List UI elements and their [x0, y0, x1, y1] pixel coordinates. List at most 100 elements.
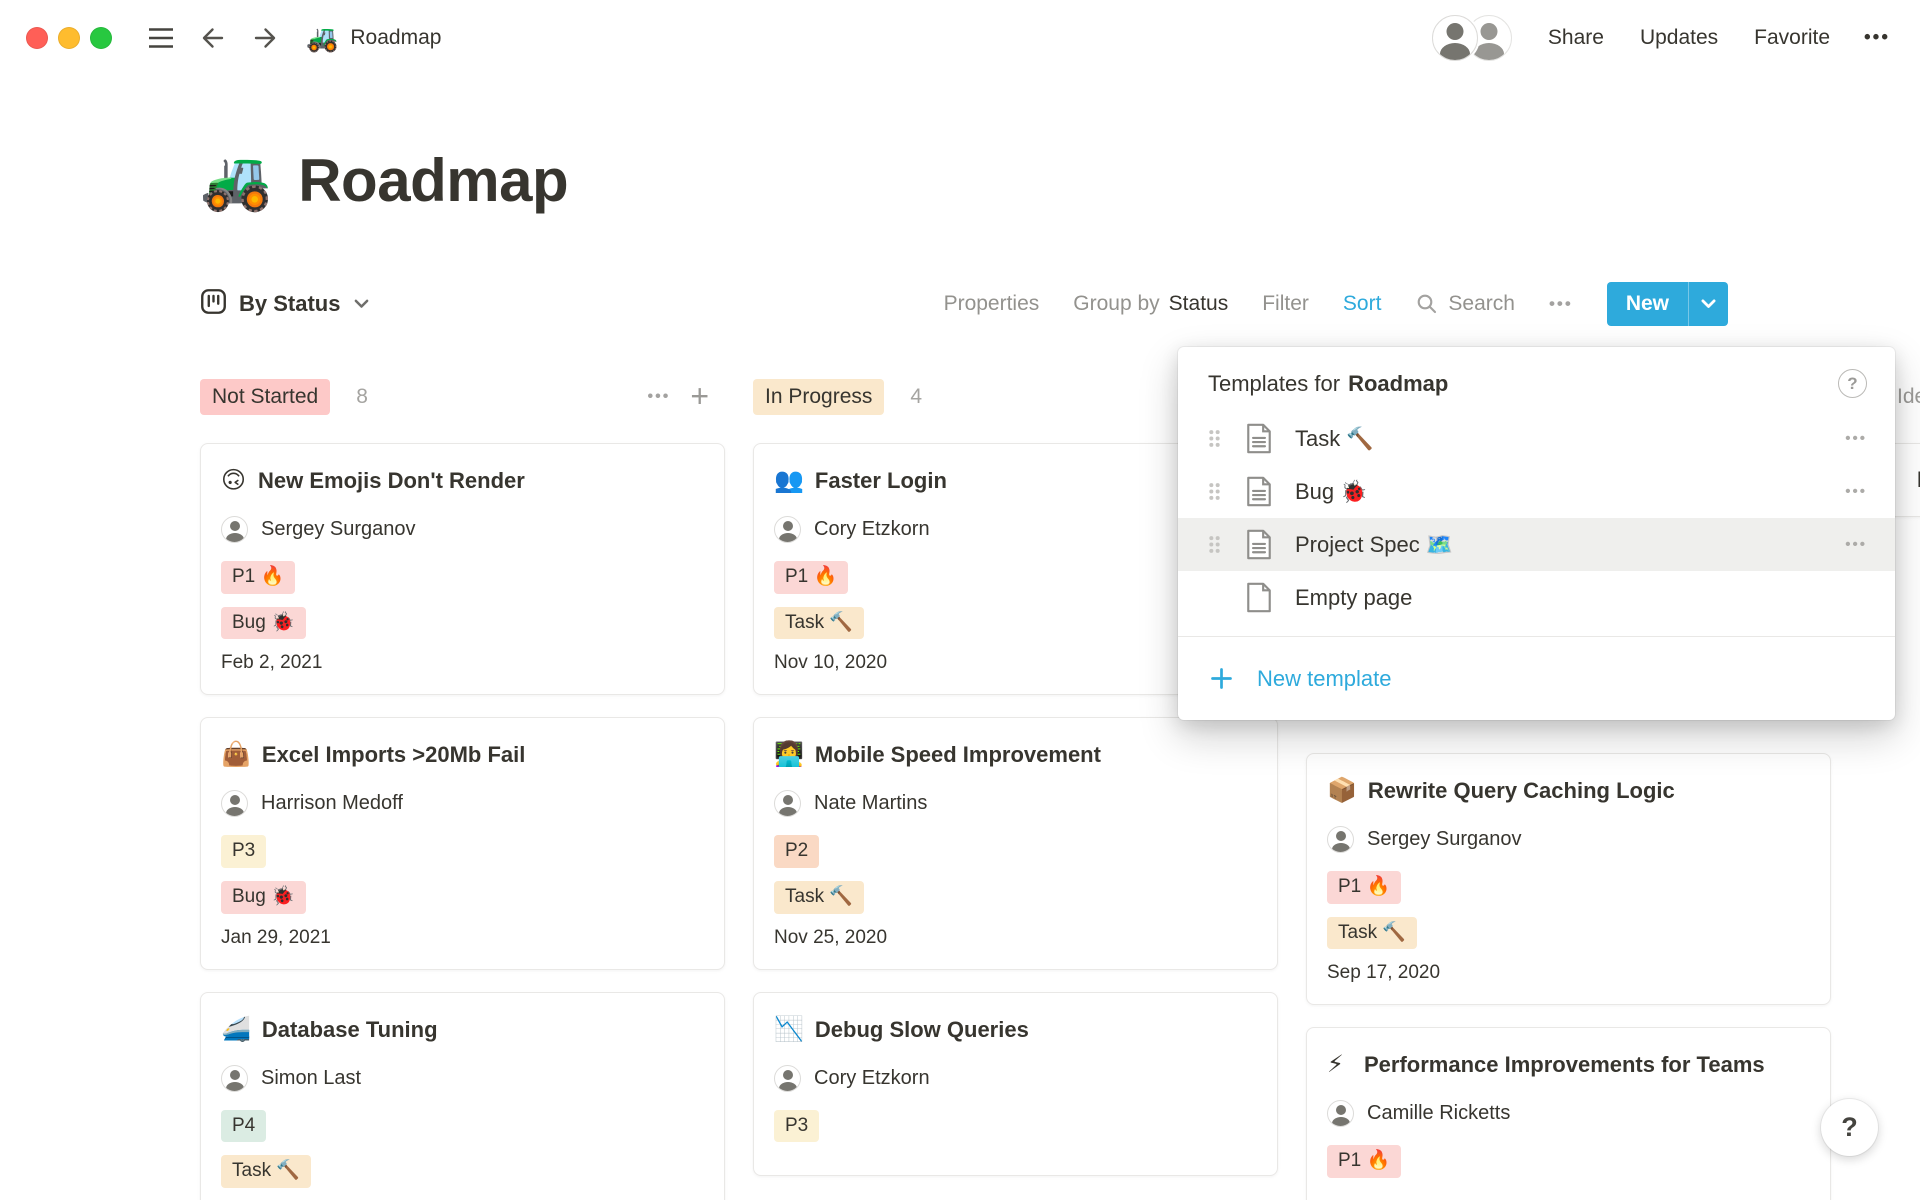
column-cards: 📦Rewrite Query Caching Logic Sergey Surga…	[1306, 753, 1831, 1200]
assignee-name: Cory Etzkorn	[814, 518, 930, 541]
assignee-avatar	[774, 516, 801, 543]
templates-dropdown: Templates for Roadmap ? Task 🔨 ••• Bug 🐞 ••…	[1178, 347, 1895, 720]
card-assignee: Cory Etzkorn	[774, 1065, 1257, 1092]
template-label: Bug 🐞	[1295, 479, 1368, 505]
templates-title-name: Roadmap	[1348, 371, 1448, 397]
template-row[interactable]: Empty page	[1178, 571, 1895, 624]
tag-badge: P2	[774, 835, 819, 868]
templates-help-icon[interactable]: ?	[1838, 369, 1867, 398]
card-title: ⚡Performance Improvements for Teams	[1327, 1047, 1810, 1083]
board-card[interactable]: 🙃New Emojis Don't RenderSergey SurganovP…	[200, 443, 725, 695]
document-icon	[1245, 423, 1273, 454]
column-add-card-icon[interactable]: +	[690, 384, 709, 410]
tag-badge: Task 🔨	[221, 1155, 311, 1188]
card-date: Nov 25, 2020	[774, 927, 1257, 949]
tag-badge: P4	[221, 1110, 266, 1143]
more-options-icon[interactable]: •••	[1864, 27, 1890, 49]
card-title: 📉Debug Slow Queries	[774, 1012, 1257, 1048]
topbar: 🚜 Roadmap Share Updates Favorite •••	[0, 0, 1920, 76]
column-title-badge[interactable]: Not Started	[200, 379, 330, 414]
plus-icon	[1208, 665, 1235, 692]
template-label: Project Spec 🗺️	[1295, 532, 1453, 558]
breadcrumb-doc-title[interactable]: Roadmap	[350, 26, 441, 50]
board-card[interactable]: 👜Excel Imports >20Mb FailHarrison Medoff…	[200, 717, 725, 969]
board-card[interactable]: 👩‍💻Mobile Speed Improvement Nate Martins P…	[753, 717, 1278, 969]
tag-row: Bug 🐞	[221, 607, 704, 640]
forward-arrow-icon[interactable]	[250, 23, 280, 53]
document-icon	[1245, 529, 1273, 560]
column-more-icon[interactable]: •••	[648, 388, 671, 406]
assignee-name: Sergey Surganov	[261, 518, 416, 541]
doc-emoji: 🚜	[306, 25, 338, 51]
new-template-button[interactable]: New template	[1178, 636, 1895, 720]
template-label: Empty page	[1295, 585, 1412, 611]
templates-list: Task 🔨 ••• Bug 🐞 ••• Project Spec 🗺️ ••• Empty…	[1178, 412, 1895, 624]
tag-badge: Bug 🐞	[221, 881, 306, 914]
new-template-label: New template	[1257, 666, 1392, 692]
drag-handle-icon[interactable]	[1208, 429, 1221, 448]
tag-badge: Bug 🐞	[221, 607, 306, 640]
card-assignee: Harrison Medoff	[221, 790, 704, 817]
template-more-icon[interactable]: •••	[1845, 430, 1867, 447]
assignee-avatar	[774, 1065, 801, 1092]
collaborator-avatar[interactable]	[1432, 15, 1478, 61]
help-button[interactable]: ?	[1821, 1099, 1878, 1156]
document-icon	[1245, 476, 1273, 507]
assignee-avatar	[221, 1065, 248, 1092]
window-minimize-button[interactable]	[58, 27, 80, 49]
tag-row: Task 🔨	[774, 881, 1257, 914]
card-title: 👩‍💻Mobile Speed Improvement	[774, 737, 1257, 773]
card-date: Jan 29, 2021	[221, 927, 704, 949]
drag-handle-icon[interactable]	[1208, 535, 1221, 554]
template-row[interactable]: Project Spec 🗺️ •••	[1178, 518, 1895, 571]
assignee-name: Harrison Medoff	[261, 792, 403, 815]
card-date: Feb 2, 2021	[221, 652, 704, 674]
tag-badge: P1 🔥	[774, 561, 848, 594]
window-close-button[interactable]	[26, 27, 48, 49]
drag-handle-icon[interactable]	[1208, 482, 1221, 501]
card-emoji: 👥	[774, 463, 804, 499]
board-card[interactable]: ⚡Performance Improvements for Teams Camil…	[1306, 1027, 1831, 1200]
template-more-icon[interactable]: •••	[1845, 536, 1867, 553]
card-emoji: 👜	[221, 737, 251, 773]
column-title-badge[interactable]: In Progress	[753, 379, 884, 414]
templates-dropdown-header: Templates for Roadmap ?	[1178, 347, 1895, 412]
assignee-name: Camille Ricketts	[1367, 1102, 1510, 1125]
template-row[interactable]: Bug 🐞 •••	[1178, 465, 1895, 518]
tag-badge: P3	[221, 835, 266, 868]
template-label: Task 🔨	[1295, 426, 1374, 452]
templates-title-prefix: Templates for	[1208, 371, 1340, 397]
assignee-avatar	[774, 790, 801, 817]
assignee-avatar	[221, 790, 248, 817]
card-emoji: 🚄	[221, 1012, 251, 1048]
assignee-name: Cory Etzkorn	[814, 1067, 930, 1090]
tag-badge: P1 🔥	[1327, 871, 1401, 904]
back-arrow-icon[interactable]	[198, 23, 228, 53]
assignee-name: Nate Martins	[814, 792, 927, 815]
column-count: 8	[356, 385, 368, 409]
card-title: 🙃New Emojis Don't Render	[221, 463, 704, 499]
template-row[interactable]: Task 🔨 •••	[1178, 412, 1895, 465]
topbar-actions: Share Updates Favorite •••	[1432, 15, 1890, 61]
card-emoji: 🙃	[221, 463, 247, 499]
column-count: 4	[910, 385, 922, 409]
app-window: 🚜 Roadmap Share Updates Favorite ••• 🚜 R…	[0, 0, 1920, 1200]
template-more-icon[interactable]: •••	[1845, 483, 1867, 500]
card-assignee: Sergey Surganov	[1327, 826, 1810, 853]
board-card[interactable]: 📦Rewrite Query Caching Logic Sergey Surga…	[1306, 753, 1831, 1005]
window-zoom-button[interactable]	[90, 27, 112, 49]
card-title: 📦Rewrite Query Caching Logic	[1327, 773, 1810, 809]
assignee-avatar	[1327, 826, 1354, 853]
card-assignee: Sergey Surganov	[221, 516, 704, 543]
card-title: 🚄Database Tuning	[221, 1012, 704, 1048]
updates-button[interactable]: Updates	[1640, 26, 1718, 50]
board-card[interactable]: 📉Debug Slow QueriesCory EtzkornP3	[753, 992, 1278, 1177]
board-column: Not Started 8 ••• + 🙃New Emojis Don't Render…	[200, 372, 725, 1200]
tag-row: P2	[774, 835, 1257, 868]
empty-page-icon	[1245, 582, 1273, 613]
sidebar-menu-icon[interactable]	[146, 25, 176, 51]
favorite-button[interactable]: Favorite	[1754, 26, 1830, 50]
tag-row: Bug 🐞	[221, 881, 704, 914]
share-button[interactable]: Share	[1548, 26, 1604, 50]
board-card[interactable]: 🚄Database TuningSimon LastP4Task 🔨	[200, 992, 725, 1200]
